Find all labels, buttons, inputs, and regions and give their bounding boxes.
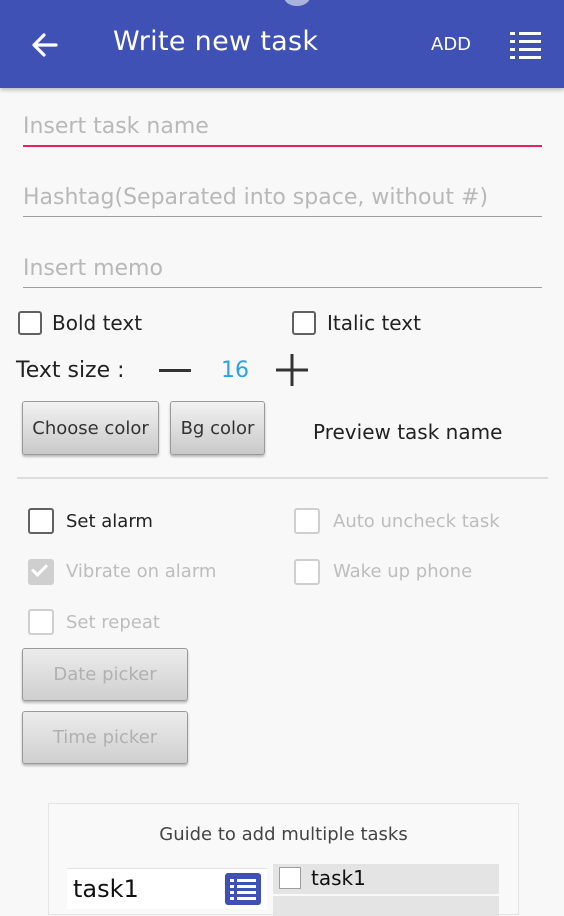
hashtag-input[interactable] — [23, 178, 542, 216]
plus-icon — [276, 354, 308, 386]
auto-uncheck-checkbox[interactable] — [294, 508, 320, 534]
text-size-value: 16 — [221, 358, 249, 383]
bold-checkbox[interactable] — [18, 311, 42, 335]
bg-color-button[interactable]: Bg color — [170, 401, 265, 455]
list-icon — [225, 873, 261, 905]
date-picker-button[interactable]: Date picker — [22, 648, 188, 701]
minus-icon — [159, 369, 191, 372]
increase-size-button[interactable] — [275, 353, 309, 387]
vibrate-checkbox[interactable] — [28, 559, 54, 585]
choose-color-button[interactable]: Choose color — [22, 401, 159, 455]
guide-row-checkbox — [279, 867, 301, 889]
task-list-button[interactable] — [508, 28, 544, 62]
guide-example-input: task1 — [67, 868, 267, 909]
preview-task-name: Preview task name — [313, 420, 503, 444]
italic-checkbox[interactable] — [292, 311, 316, 335]
add-button[interactable]: ADD — [431, 34, 471, 55]
guide-title: Guide to add multiple tasks — [159, 824, 408, 845]
memo-input[interactable] — [23, 249, 542, 287]
hashtag-underline — [23, 216, 542, 217]
back-button[interactable] — [28, 28, 62, 62]
guide-row-text: task1 — [311, 866, 366, 890]
italic-label: Italic text — [327, 311, 421, 335]
bold-label: Bold text — [52, 311, 143, 335]
page-title: Write new task — [113, 26, 319, 57]
task-name-input[interactable] — [23, 107, 542, 145]
text-size-label: Text size : — [16, 358, 125, 383]
set-alarm-label: Set alarm — [66, 511, 153, 532]
time-picker-button[interactable]: Time picker — [22, 711, 188, 764]
arrow-back-icon — [32, 33, 58, 57]
wake-up-label: Wake up phone — [333, 561, 473, 582]
guide-example-row: task1 — [273, 864, 499, 894]
decrease-size-button[interactable] — [158, 357, 192, 385]
wake-up-checkbox[interactable] — [294, 559, 320, 585]
task-name-underline — [23, 145, 542, 147]
set-repeat-label: Set repeat — [66, 612, 160, 633]
divider — [17, 477, 548, 479]
guide-example-row — [273, 896, 499, 916]
status-indicator — [284, 0, 310, 6]
memo-underline — [23, 287, 542, 288]
guide-input-text: task1 — [73, 875, 139, 903]
set-alarm-checkbox[interactable] — [28, 508, 54, 534]
list-icon — [510, 32, 541, 59]
set-repeat-checkbox[interactable] — [28, 609, 54, 635]
app-bar: Write new task ADD — [0, 0, 564, 88]
vibrate-label: Vibrate on alarm — [66, 561, 217, 582]
auto-uncheck-label: Auto uncheck task — [333, 511, 500, 532]
guide-card: Guide to add multiple tasks task1 task1 — [48, 803, 519, 916]
